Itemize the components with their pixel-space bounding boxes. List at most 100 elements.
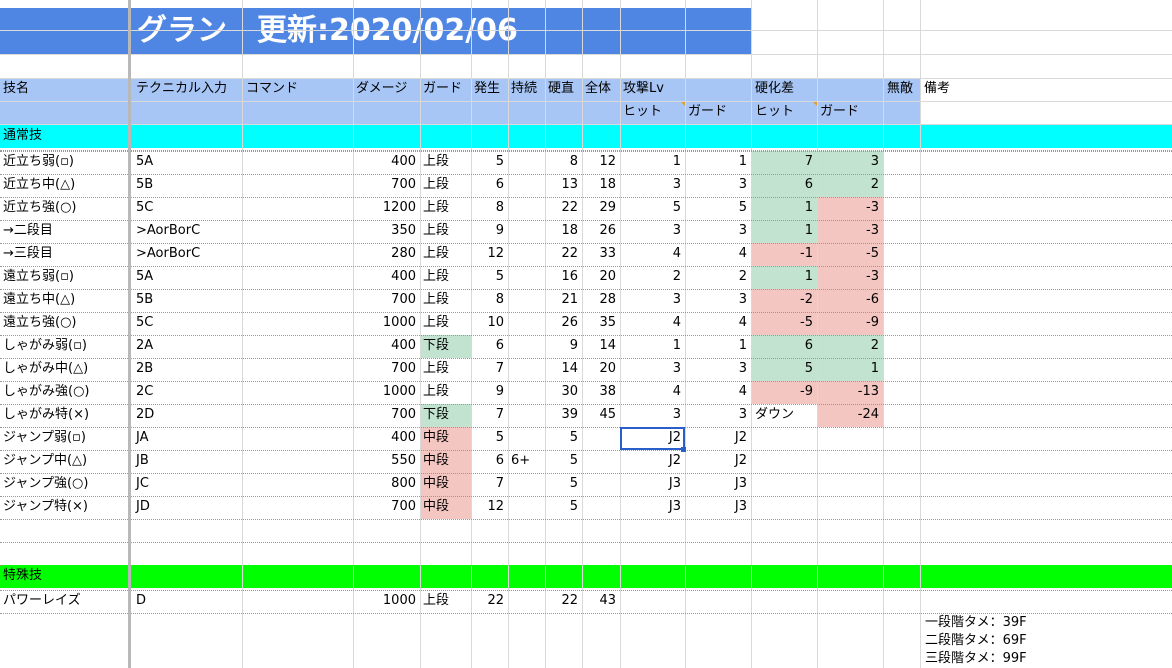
selected-cell[interactable]: [620, 427, 685, 450]
cell-start[interactable]: 8: [471, 197, 508, 220]
cell-dmg[interactable]: 400: [353, 335, 420, 358]
cell-guard[interactable]: 上段: [420, 312, 471, 335]
cell-guard[interactable]: 上段: [420, 197, 471, 220]
cell-lvg[interactable]: J3: [685, 496, 751, 519]
cell-cmd[interactable]: [243, 358, 353, 381]
cell-tot[interactable]: [582, 450, 620, 473]
cell-guard[interactable]: 上段: [420, 151, 471, 174]
cell-start[interactable]: 6: [471, 174, 508, 197]
cell-name[interactable]: しゃがみ特(×): [0, 404, 128, 427]
cell-tot[interactable]: 20: [582, 266, 620, 289]
cell-tech[interactable]: JC: [133, 473, 243, 496]
cell-rec[interactable]: 26: [545, 312, 582, 335]
cell-name[interactable]: しゃがみ強(○): [0, 381, 128, 404]
cell-cmd[interactable]: [243, 220, 353, 243]
cell-act[interactable]: [508, 358, 545, 381]
cell-act[interactable]: [508, 197, 545, 220]
cell-act[interactable]: [508, 174, 545, 197]
cell-rec[interactable]: 8: [545, 151, 582, 174]
cell-rec[interactable]: 5: [545, 427, 582, 450]
cell-name[interactable]: 遠立ち強(○): [0, 312, 128, 335]
cell-tech[interactable]: 5B: [133, 289, 243, 312]
cell-act[interactable]: [508, 289, 545, 312]
cell-tot[interactable]: 45: [582, 404, 620, 427]
cell-lvg[interactable]: 3: [685, 289, 751, 312]
cell-start[interactable]: 9: [471, 381, 508, 404]
cell-advh[interactable]: 6: [752, 174, 817, 197]
cell-tot[interactable]: 43: [582, 590, 620, 613]
cell-cmd[interactable]: [243, 174, 353, 197]
cell-advg[interactable]: 2: [817, 174, 883, 197]
freeze-pane-divider[interactable]: [128, 0, 131, 668]
cell-tot[interactable]: 18: [582, 174, 620, 197]
cell-tot[interactable]: 26: [582, 220, 620, 243]
header-total[interactable]: 全体: [582, 78, 620, 100]
cell-rec[interactable]: 16: [545, 266, 582, 289]
cell-cmd[interactable]: [243, 496, 353, 519]
cell-guard[interactable]: 上段: [420, 289, 471, 312]
cell-lvg[interactable]: 4: [685, 312, 751, 335]
cell-dmg[interactable]: 700: [353, 404, 420, 427]
cell-name[interactable]: 近立ち強(○): [0, 197, 128, 220]
cell-guard[interactable]: 上段: [420, 243, 471, 266]
cell-dmg[interactable]: 550: [353, 450, 420, 473]
cell-tot[interactable]: 38: [582, 381, 620, 404]
cell-act[interactable]: [508, 220, 545, 243]
cell-act[interactable]: [508, 427, 545, 450]
cell-dmg[interactable]: 400: [353, 427, 420, 450]
cell-advh[interactable]: [752, 473, 817, 496]
cell-start[interactable]: 8: [471, 289, 508, 312]
cell-rec[interactable]: 22: [545, 197, 582, 220]
cell-lvh[interactable]: 3: [620, 404, 685, 427]
cell-dmg[interactable]: 280: [353, 243, 420, 266]
cell-lvh[interactable]: 4: [620, 312, 685, 335]
cell-rec[interactable]: 30: [545, 381, 582, 404]
cell-advg[interactable]: 3: [817, 151, 883, 174]
cell-advg[interactable]: -13: [817, 381, 883, 404]
cell-name[interactable]: ジャンプ特(×): [0, 496, 128, 519]
header-startup[interactable]: 発生: [471, 78, 508, 100]
cell-lvg[interactable]: 1: [685, 151, 751, 174]
cell-name[interactable]: 遠立ち弱(▫): [0, 266, 128, 289]
cell-act[interactable]: [508, 312, 545, 335]
cell-start[interactable]: 6: [471, 450, 508, 473]
cell-tech[interactable]: >AorBorC: [133, 243, 243, 266]
cell-advh[interactable]: 1: [752, 220, 817, 243]
cell-lvh[interactable]: 3: [620, 358, 685, 381]
cell-cmd[interactable]: [243, 427, 353, 450]
cell-name[interactable]: 近立ち中(△): [0, 174, 128, 197]
cell-lvg[interactable]: J2: [685, 427, 751, 450]
cell-dmg[interactable]: 1200: [353, 197, 420, 220]
cell-name[interactable]: ジャンプ中(△): [0, 450, 128, 473]
cell-dmg[interactable]: 400: [353, 266, 420, 289]
cell-lvg[interactable]: 3: [685, 404, 751, 427]
cell-guard[interactable]: 中段: [420, 427, 471, 450]
header-lv-guard[interactable]: ガード: [685, 101, 751, 123]
cell-guard[interactable]: 下段: [420, 404, 471, 427]
cell-lvg[interactable]: 5: [685, 197, 751, 220]
cell-rec[interactable]: 22: [545, 243, 582, 266]
cell-start[interactable]: 10: [471, 312, 508, 335]
cell-lvh[interactable]: 4: [620, 381, 685, 404]
cell-name[interactable]: しゃがみ弱(▫): [0, 335, 128, 358]
cell-tot[interactable]: 33: [582, 243, 620, 266]
header-notes[interactable]: 備考: [921, 78, 1021, 100]
cell-name[interactable]: →三段目: [0, 243, 128, 266]
cell-tech[interactable]: JA: [133, 427, 243, 450]
cell-tech[interactable]: 2D: [133, 404, 243, 427]
cell-lvh[interactable]: [620, 590, 685, 613]
cell-guard[interactable]: 上段: [420, 358, 471, 381]
cell-act[interactable]: [508, 243, 545, 266]
cell-advh[interactable]: 5: [752, 358, 817, 381]
cell-lvg[interactable]: [685, 590, 751, 613]
cell-tot[interactable]: [582, 496, 620, 519]
cell-cmd[interactable]: [243, 381, 353, 404]
cell-advg[interactable]: -5: [817, 243, 883, 266]
header-guard[interactable]: ガード: [420, 78, 471, 100]
cell-act[interactable]: [508, 590, 545, 613]
header-lv-hit[interactable]: ヒット: [620, 101, 685, 123]
header-command[interactable]: コマンド: [243, 78, 353, 100]
cell-tot[interactable]: 14: [582, 335, 620, 358]
cell-dmg[interactable]: 700: [353, 358, 420, 381]
cell-dmg[interactable]: 1000: [353, 381, 420, 404]
